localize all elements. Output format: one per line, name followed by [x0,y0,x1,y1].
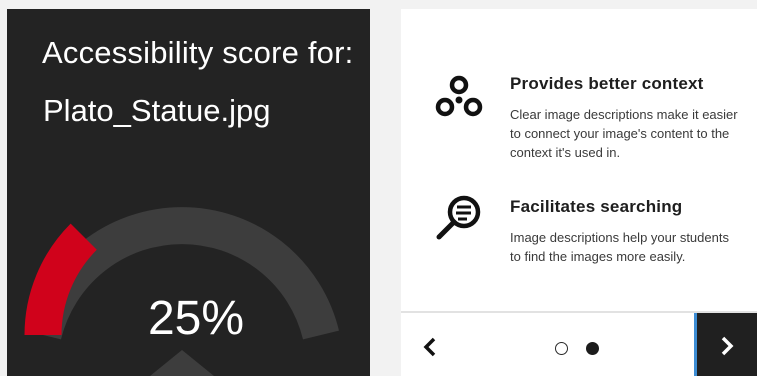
previous-button[interactable] [413,329,449,365]
benefit-description: Image descriptions help your students to… [510,230,729,264]
page-dot-2[interactable] [586,342,599,355]
page-dots [555,342,599,355]
benefit-title: Provides better context [510,74,704,93]
chevron-right-icon [721,336,734,355]
next-button[interactable] [694,313,757,376]
score-value: 25% [147,292,245,345]
benefit-title: Facilitates searching [510,197,683,216]
chevron-left-icon [423,337,436,357]
score-panel: Accessibility score for: Plato_Statue.jp… [7,9,370,376]
benefit-description: Clear image descriptions make it easier … [510,107,738,160]
connected-circles-icon [435,75,483,117]
pagination-bar [401,311,757,376]
page-dot-1[interactable] [555,342,568,355]
magnifying-glass-icon [436,195,481,240]
benefits-panel: Provides better context Clear image desc… [401,9,757,376]
gauge-pointer [150,350,214,376]
